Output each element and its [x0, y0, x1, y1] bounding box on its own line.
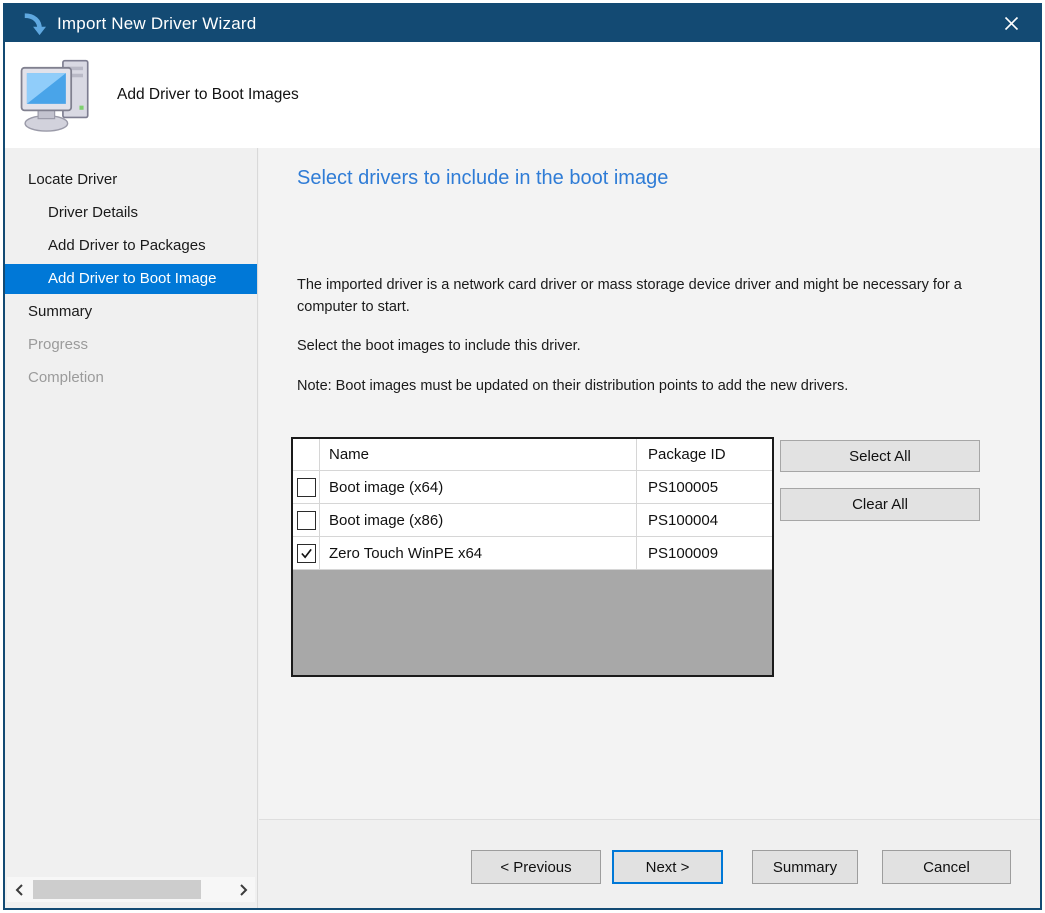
row-name: Boot image (x64): [320, 471, 637, 503]
wizard-steps-sidebar: Locate Driver Driver Details Add Driver …: [5, 148, 258, 908]
sidebar-item-driver-details[interactable]: Driver Details: [5, 198, 257, 228]
checkmark-icon: [300, 547, 313, 560]
row-name: Boot image (x86): [320, 504, 637, 536]
titlebar: Import New Driver Wizard: [5, 5, 1040, 42]
select-all-button[interactable]: Select All: [780, 440, 980, 472]
scrollbar-track[interactable]: [31, 877, 231, 902]
wizard-page-title: Add Driver to Boot Images: [117, 42, 299, 148]
sidebar-item-add-driver-to-packages[interactable]: Add Driver to Packages: [5, 231, 257, 261]
checkbox-column-header: [293, 439, 320, 470]
previous-button[interactable]: < Previous: [471, 850, 601, 884]
table-row[interactable]: Zero Touch WinPE x64 PS100009: [293, 537, 772, 570]
close-button[interactable]: [982, 5, 1040, 42]
note-text: Note: Boot images must be updated on the…: [297, 375, 1021, 397]
clear-all-button[interactable]: Clear All: [780, 488, 980, 521]
intro-text: The imported driver is a network card dr…: [297, 274, 1021, 318]
page-heading: Select drivers to include in the boot im…: [297, 167, 668, 190]
instruction-text: Select the boot images to include this d…: [297, 335, 1021, 357]
computer-icon: [19, 56, 95, 139]
summary-button[interactable]: Summary: [752, 850, 858, 884]
table-row[interactable]: Boot image (x86) PS100004: [293, 504, 772, 537]
sidebar-item-locate-driver[interactable]: Locate Driver: [5, 165, 257, 195]
name-column-header[interactable]: Name: [320, 439, 637, 470]
sidebar-item-progress[interactable]: Progress: [5, 330, 257, 360]
row-checkbox[interactable]: [297, 511, 316, 530]
sidebar-item-completion[interactable]: Completion: [5, 363, 257, 393]
cancel-button[interactable]: Cancel: [882, 850, 1011, 884]
scroll-left-button[interactable]: [7, 877, 31, 902]
chevron-right-icon: [239, 884, 248, 896]
wizard-import-arrow-icon: [22, 12, 46, 36]
row-package-id: PS100004: [637, 504, 772, 536]
sidebar-item-summary[interactable]: Summary: [5, 297, 257, 327]
row-checkbox[interactable]: [297, 544, 316, 563]
sidebar-hscrollbar[interactable]: [7, 877, 255, 902]
row-package-id: PS100009: [637, 537, 772, 569]
row-name: Zero Touch WinPE x64: [320, 537, 637, 569]
chevron-left-icon: [15, 884, 24, 896]
row-package-id: PS100005: [637, 471, 772, 503]
close-icon: [1004, 16, 1019, 31]
scroll-right-button[interactable]: [231, 877, 255, 902]
row-checkbox[interactable]: [297, 478, 316, 497]
window-title: Import New Driver Wizard: [57, 14, 256, 34]
wizard-header: Add Driver to Boot Images: [5, 42, 1040, 148]
table-header-row: Name Package ID: [293, 439, 772, 471]
scrollbar-thumb[interactable]: [33, 880, 201, 899]
table-row[interactable]: Boot image (x64) PS100005: [293, 471, 772, 504]
boot-images-table: Name Package ID Boot image (x64) PS10000…: [291, 437, 774, 677]
wizard-window: Import New Driver Wizard: [3, 3, 1042, 910]
sidebar-item-add-driver-to-boot-image[interactable]: Add Driver to Boot Image: [5, 264, 257, 294]
package-id-column-header[interactable]: Package ID: [637, 439, 772, 470]
next-button[interactable]: Next >: [612, 850, 723, 884]
